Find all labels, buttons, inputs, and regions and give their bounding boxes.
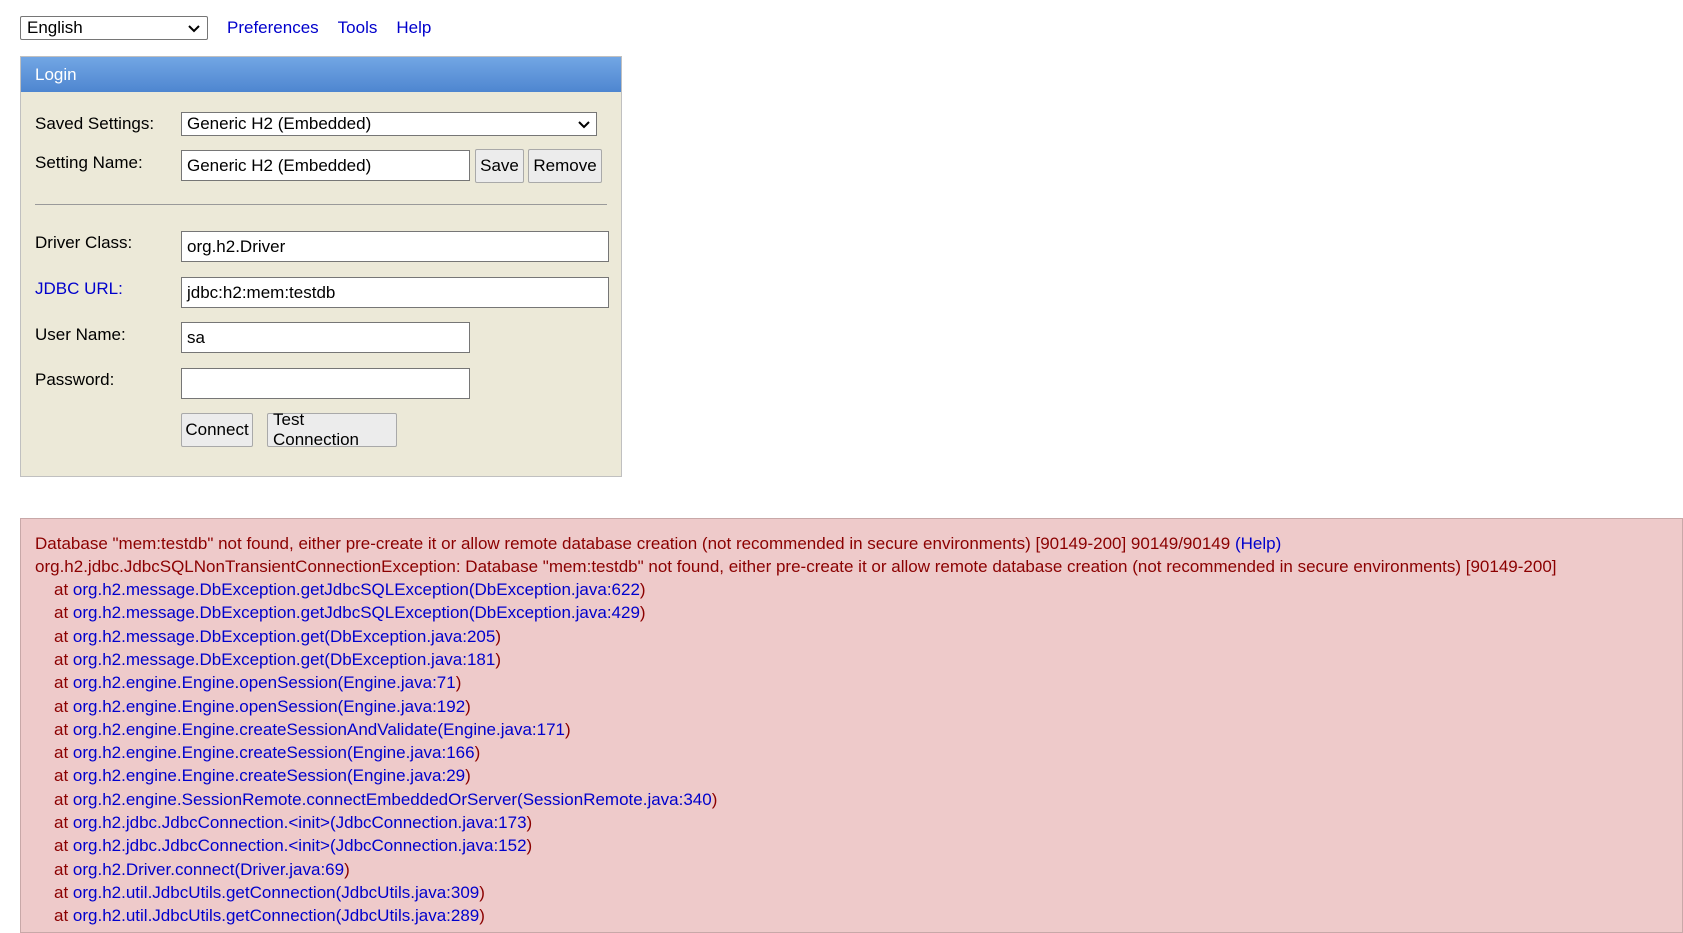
login-panel: Login Saved Settings: Generic H2 (Embedd… [20,56,622,477]
stack-trace-at: at [54,743,73,763]
stack-trace-close-paren: ) [495,649,501,669]
stack-trace-at: at [54,580,73,599]
stack-trace-close-paren: ) [465,696,471,716]
stack-trace-line: at org.h2.message.DbException.get(DbExce… [54,627,501,647]
stack-trace-line: at org.h2.util.JdbcUtils.getConnection(J… [54,883,485,903]
stack-trace-close-paren: ) [474,743,481,763]
stack-trace-line: at org.h2.message.DbException.get(DbExce… [54,650,501,670]
save-button[interactable]: Save [475,149,524,183]
stack-trace-at: at [54,906,73,926]
user-name-input[interactable]: sa [181,322,470,353]
jdbc-url-input[interactable]: jdbc:h2:mem:testdb [181,277,609,308]
stack-trace-at: at [54,696,73,716]
stack-trace-line: at org.h2.util.JdbcUtils.getConnection(J… [54,906,485,926]
divider [35,204,607,205]
stack-trace-close-paren: ) [465,766,471,786]
stack-trace-close-paren: ) [639,603,646,623]
preferences-link[interactable]: Preferences [227,18,319,38]
stack-trace-link[interactable]: org.h2.util.JdbcUtils.getConnection(Jdbc… [73,883,479,902]
setting-name-input[interactable]: Generic H2 (Embedded) [181,150,470,181]
connect-button[interactable]: Connect [181,413,253,447]
error-panel: Database "mem:testdb" not found, either … [20,518,1683,933]
exception-line: org.h2.jdbc.JdbcSQLNonTransientConnectio… [35,557,1557,576]
stack-trace-close-paren: ) [344,859,350,879]
stack-trace-link[interactable]: org.h2.message.DbException.get(DbExcepti… [73,627,495,646]
stack-trace-line: at org.h2.engine.Engine.openSession(Engi… [54,673,461,693]
error-message: Database "mem:testdb" not found, either … [35,534,1231,553]
stack-trace-close-paren: ) [495,626,501,646]
stack-trace-line: at org.h2.jdbc.JdbcConnection.<init>(Jdb… [54,836,532,856]
language-select-value: English [27,17,83,37]
stack-trace-close-paren: ) [479,906,485,926]
stack-trace-at: at [54,859,73,879]
error-message-line: Database "mem:testdb" not found, either … [35,534,1281,554]
stack-trace-close-paren: ) [526,813,533,832]
stack-trace-close-paren: ) [526,836,533,856]
stack-trace-line: at org.h2.engine.SessionRemote.connectEm… [54,790,717,810]
stack-trace-link[interactable]: org.h2.message.DbException.get(DbExcepti… [73,650,495,669]
stack-trace-link[interactable]: org.h2.jdbc.JdbcConnection.<init>(JdbcCo… [73,813,527,832]
login-header: Login [21,57,621,92]
stack-trace-link[interactable]: org.h2.jdbc.JdbcConnection.<init>(JdbcCo… [73,836,527,855]
stack-trace-line: at org.h2.message.DbException.getJdbcSQL… [54,580,646,600]
remove-button[interactable]: Remove [528,149,602,183]
user-name-label: User Name: [35,325,126,344]
stack-trace-at: at [54,673,73,693]
stack-trace-line: at org.h2.engine.Engine.createSession(En… [54,766,471,786]
stack-trace-at: at [54,789,73,809]
stack-trace-link[interactable]: org.h2.engine.Engine.createSession(Engin… [73,743,475,762]
stack-trace-link[interactable]: org.h2.engine.Engine.openSession(Engine.… [73,697,465,716]
stack-trace-at: at [54,719,73,739]
top-bar: English Preferences Tools Help [20,15,431,40]
language-select[interactable]: English [20,15,208,40]
stack-trace-at: at [54,649,73,669]
stack-trace-line: at org.h2.engine.Engine.createSession(En… [54,743,480,763]
test-connection-button[interactable]: Test Connection [267,410,397,449]
stack-trace-at: at [54,766,73,786]
stack-trace-close-paren: ) [711,789,718,809]
stack-trace-at: at [54,603,73,623]
stack-trace-at: at [54,813,73,832]
stack-trace-line: at org.h2.Driver.connect(Driver.java:69) [54,860,350,880]
stack-trace-line: at org.h2.engine.Engine.openSession(Engi… [54,697,471,717]
stack-trace-at: at [54,626,73,646]
stack-trace-link[interactable]: org.h2.message.DbException.getJdbcSQLExc… [73,580,640,599]
setting-name-label: Setting Name: [35,153,143,172]
help-link[interactable]: Help [396,18,431,38]
stack-trace-link[interactable]: org.h2.engine.Engine.openSession(Engine.… [73,673,456,692]
stack-trace-line: at org.h2.message.DbException.getJdbcSQL… [54,603,646,623]
stack-trace-close-paren: ) [565,719,571,739]
password-label: Password: [35,370,115,389]
stack-trace-link[interactable]: org.h2.engine.Engine.createSession(Engin… [73,766,465,785]
stack-trace-link[interactable]: org.h2.engine.Engine.createSessionAndVal… [73,720,565,739]
chevron-down-icon [577,117,591,131]
error-help-link[interactable]: (Help) [1235,534,1281,553]
stack-trace-close-paren: ) [639,580,646,599]
saved-settings-value: Generic H2 (Embedded) [187,114,372,133]
saved-settings-label: Saved Settings: [35,114,155,133]
chevron-down-icon [187,21,201,35]
stack-trace-close-paren: ) [455,673,462,693]
stack-trace-link[interactable]: org.h2.util.JdbcUtils.getConnection(Jdbc… [73,906,479,925]
driver-class-input[interactable]: org.h2.Driver [181,231,609,262]
driver-class-label: Driver Class: [35,233,133,252]
stack-trace-close-paren: ) [479,882,485,902]
stack-trace-link[interactable]: org.h2.Driver.connect(Driver.java:69 [73,860,344,879]
stack-trace-at: at [54,882,73,902]
tools-link[interactable]: Tools [338,18,378,38]
stack-trace-at: at [54,836,73,856]
stack-trace-link[interactable]: org.h2.message.DbException.getJdbcSQLExc… [73,603,640,622]
saved-settings-select[interactable]: Generic H2 (Embedded) [181,112,597,136]
jdbc-url-link[interactable]: JDBC URL: [35,279,123,299]
password-input[interactable] [181,368,470,399]
stack-trace-line: at org.h2.jdbc.JdbcConnection.<init>(Jdb… [54,813,532,833]
stack-trace-link[interactable]: org.h2.engine.SessionRemote.connectEmbed… [73,790,712,809]
stack-trace-line: at org.h2.engine.Engine.createSessionAnd… [54,720,571,740]
